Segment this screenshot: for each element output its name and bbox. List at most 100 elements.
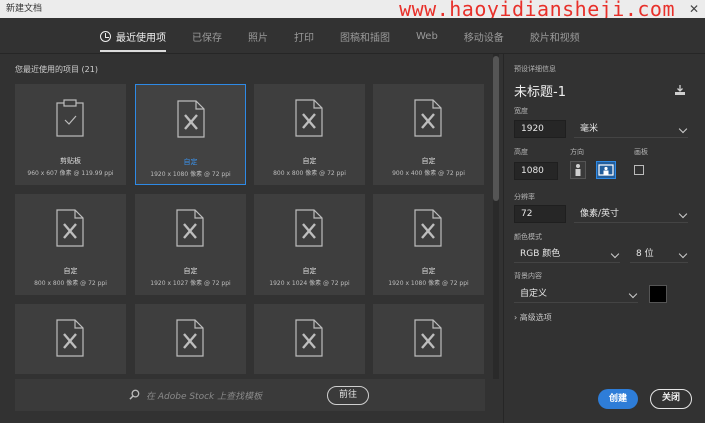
- background-label: 背景内容: [514, 272, 542, 280]
- preset-card-name: 自定: [421, 267, 436, 275]
- document-icon: [413, 209, 443, 247]
- preset-card-dimensions: 1920 x 1080 像素 @ 72 ppi: [388, 280, 469, 287]
- background-select[interactable]: 自定义: [514, 285, 638, 303]
- color-mode-select[interactable]: RGB 颜色: [514, 245, 620, 263]
- resolution-input[interactable]: 72: [514, 205, 566, 223]
- preset-card[interactable]: 自定 1920 x 1027 像素 @ 72 ppi: [135, 194, 246, 295]
- document-icon: [294, 319, 324, 357]
- resolution-label: 分辨率: [514, 193, 535, 201]
- document-icon: [55, 319, 85, 357]
- recent-grid: 剪贴板 960 x 607 像素 @ 119.99 ppi 自定 1920 x 108…: [15, 84, 485, 374]
- preset-card-dimensions: 800 x 800 像素 @ 72 ppi: [34, 280, 107, 287]
- background-value: 自定义: [520, 289, 548, 299]
- preset-card[interactable]: 自定 900 x 400 像素 @ 72 ppi: [373, 84, 484, 185]
- document-icon: [176, 100, 206, 138]
- preset-card-name: 剪贴板: [60, 157, 81, 165]
- preset-card-dimensions: 800 x 800 像素 @ 72 ppi: [273, 170, 346, 177]
- tab-recent[interactable]: 最近使用项: [100, 29, 166, 52]
- preset-card[interactable]: 自定 1920 x 1024 像素 @ 72 ppi: [254, 194, 365, 295]
- chevron-right-icon: ›: [514, 313, 518, 322]
- document-icon: [413, 99, 443, 137]
- chevron-down-icon: [678, 249, 688, 259]
- landscape-orientation-button[interactable]: [596, 161, 616, 179]
- preset-card[interactable]: 自定 1920 x 1080 像素 @ 72 ppi: [135, 84, 246, 185]
- preset-card[interactable]: 剪贴板 960 x 607 像素 @ 119.99 ppi: [15, 84, 126, 185]
- save-preset-icon[interactable]: [674, 84, 686, 96]
- go-button[interactable]: 前往: [327, 386, 369, 405]
- preset-card-dimensions: 1920 x 1027 像素 @ 72 ppi: [150, 280, 231, 287]
- category-tabs: 最近使用项 已保存 照片 打印 图稿和插图 Web 移动设备 胶片和视频: [0, 18, 705, 54]
- recent-panel: 您最近使用的项目 (21) 剪贴板 960 x 607 像素 @ 119.99 p…: [0, 54, 503, 423]
- document-icon: [55, 209, 85, 247]
- stock-search-bar: 在 Adobe Stock 上查找模板 前往: [15, 379, 485, 411]
- portrait-orientation-button[interactable]: [570, 161, 586, 179]
- search-icon: [129, 389, 140, 400]
- tab-film-video[interactable]: 胶片和视频: [530, 29, 580, 44]
- resolution-unit-select[interactable]: 像素/英寸: [574, 205, 688, 223]
- new-document-dialog: 新建文档 www.haoyidiansheji.com ✕ 最近使用项 已保存 …: [0, 0, 705, 423]
- preset-card[interactable]: [254, 304, 365, 374]
- preset-card-dimensions: 900 x 400 像素 @ 72 ppi: [392, 170, 465, 177]
- preset-card-name: 自定: [63, 267, 78, 275]
- document-icon: [413, 319, 443, 357]
- tab-art-illustration[interactable]: 图稿和插图: [340, 29, 390, 44]
- color-mode-label: 颜色模式: [514, 233, 542, 241]
- width-unit-value: 毫米: [580, 124, 599, 134]
- advanced-options-label: 高级选项: [519, 313, 552, 322]
- preset-details-panel: 预设详细信息 未标题-1 宽度 1920 毫米 高度 方向 画板 1080 分辨…: [503, 54, 705, 423]
- window-close-icon[interactable]: ✕: [689, 0, 699, 18]
- tab-photo[interactable]: 照片: [248, 29, 268, 44]
- artboard-checkbox[interactable]: [634, 165, 644, 175]
- bit-depth-select[interactable]: 8 位: [630, 245, 688, 263]
- width-label: 宽度: [514, 107, 528, 115]
- tab-web[interactable]: Web: [416, 31, 438, 42]
- tab-saved[interactable]: 已保存: [192, 29, 222, 44]
- watermark-text: www.haoyidiansheji.com: [399, 0, 675, 21]
- preset-card-dimensions: 1920 x 1080 像素 @ 72 ppi: [150, 171, 231, 178]
- preset-name-field[interactable]: 未标题-1: [514, 81, 566, 100]
- width-unit-select[interactable]: 毫米: [574, 120, 688, 138]
- preset-details-label: 预设详细信息: [514, 65, 556, 73]
- preset-card-name: 自定: [302, 157, 317, 165]
- preset-card[interactable]: 自定 800 x 800 像素 @ 72 ppi: [254, 84, 365, 185]
- grid-scrollbar[interactable]: [493, 54, 499, 379]
- preset-card[interactable]: [15, 304, 126, 374]
- document-icon: [175, 319, 205, 357]
- tab-print[interactable]: 打印: [294, 29, 314, 44]
- document-icon: [294, 99, 324, 137]
- preset-card-name: 自定: [421, 157, 436, 165]
- close-button[interactable]: 关闭: [650, 389, 692, 409]
- clock-icon: [100, 30, 111, 42]
- orientation-label: 方向: [570, 148, 584, 156]
- tab-label: 最近使用项: [116, 32, 166, 44]
- chevron-down-icon: [678, 124, 688, 134]
- height-input[interactable]: 1080: [514, 162, 558, 180]
- preset-card[interactable]: 自定 1920 x 1080 像素 @ 72 ppi: [373, 194, 484, 295]
- artboard-label: 画板: [634, 148, 648, 156]
- chevron-down-icon: [610, 249, 620, 259]
- tab-mobile[interactable]: 移动设备: [464, 29, 504, 44]
- recent-heading: 您最近使用的项目 (21): [15, 64, 98, 75]
- advanced-options-toggle[interactable]: › 高级选项: [514, 312, 552, 323]
- stock-search-input[interactable]: 在 Adobe Stock 上查找模板: [146, 389, 262, 402]
- preset-card[interactable]: [135, 304, 246, 374]
- preset-card-name: 自定: [183, 158, 198, 166]
- recent-heading-text: 您最近使用的项目: [15, 65, 79, 74]
- recent-count: (21): [81, 65, 98, 74]
- background-color-swatch[interactable]: [649, 285, 667, 303]
- document-icon: [175, 209, 205, 247]
- width-input[interactable]: 1920: [514, 120, 566, 138]
- preset-card[interactable]: [373, 304, 484, 374]
- preset-card-dimensions: 1920 x 1024 像素 @ 72 ppi: [269, 280, 350, 287]
- clipboard-icon: [55, 99, 85, 137]
- scrollbar-thumb[interactable]: [493, 56, 499, 201]
- portrait-icon: [575, 164, 581, 176]
- preset-card-name: 自定: [183, 267, 198, 275]
- preset-card[interactable]: 自定 800 x 800 像素 @ 72 ppi: [15, 194, 126, 295]
- resolution-unit-value: 像素/英寸: [580, 209, 620, 219]
- create-button[interactable]: 创建: [598, 389, 638, 409]
- color-mode-value: RGB 颜色: [520, 249, 561, 259]
- preset-card-name: 自定: [302, 267, 317, 275]
- landscape-icon: [598, 164, 614, 176]
- height-label: 高度: [514, 148, 528, 156]
